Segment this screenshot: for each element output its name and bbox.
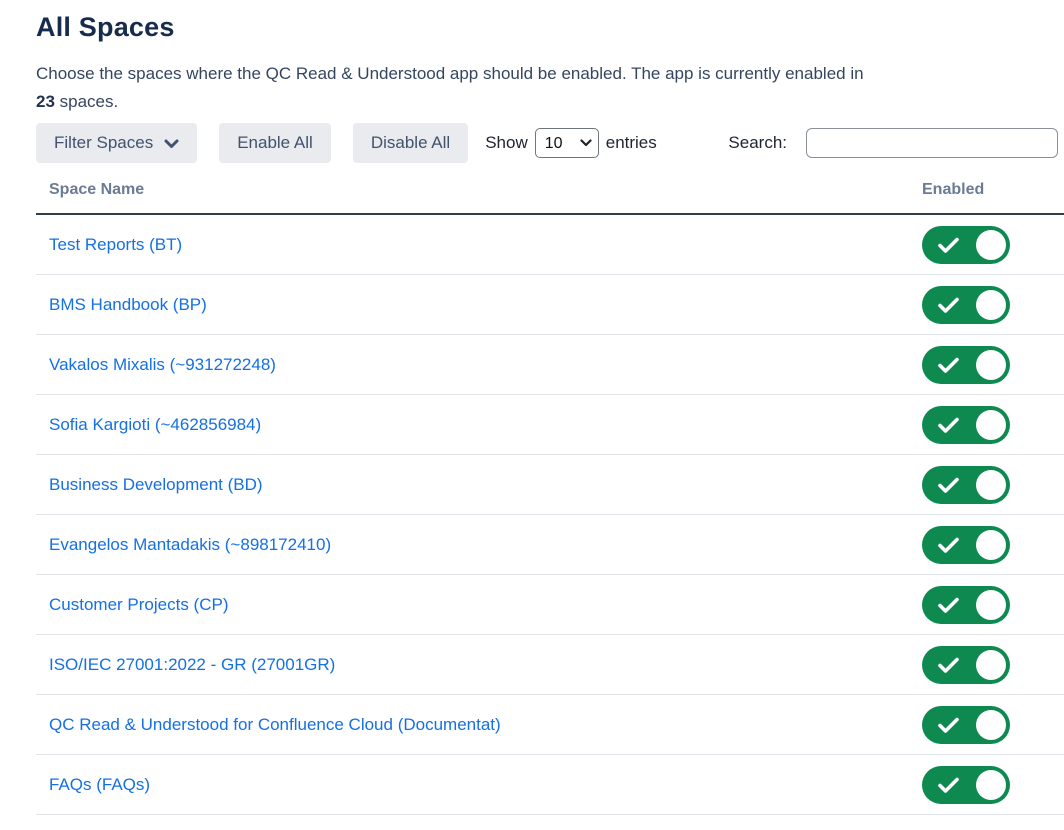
enabled-toggle[interactable]	[922, 286, 1010, 324]
description-text: Choose the spaces where the QC Read & Un…	[36, 64, 864, 83]
enabled-toggle[interactable]	[922, 766, 1010, 804]
space-link[interactable]: QC Read & Understood for Confluence Clou…	[49, 715, 501, 734]
entries-select-wrap: 10	[535, 128, 599, 158]
toggle-knob	[976, 590, 1006, 620]
space-name-cell: QC Read & Understood for Confluence Clou…	[49, 715, 922, 735]
check-icon	[937, 416, 960, 433]
show-label: Show	[485, 133, 528, 153]
space-link[interactable]: Business Development (BD)	[49, 475, 263, 494]
enabled-cell	[922, 466, 1064, 504]
filter-spaces-button[interactable]: Filter Spaces	[36, 123, 197, 163]
toolbar: Filter Spaces Enable All Disable All Sho…	[36, 123, 1064, 163]
space-link[interactable]: BMS Handbook (BP)	[49, 295, 207, 314]
search-label: Search:	[728, 133, 787, 153]
space-link[interactable]: FAQs (FAQs)	[49, 775, 150, 794]
table-header-row: Space Name Enabled	[36, 167, 1064, 215]
table-row: Evangelos Mantadakis (~898172410)	[36, 515, 1064, 575]
space-name-cell: Sofia Kargioti (~462856984)	[49, 415, 922, 435]
enabled-cell	[922, 346, 1064, 384]
space-name-cell: ISO/IEC 27001:2022 - GR (27001GR)	[49, 655, 922, 675]
disable-all-button[interactable]: Disable All	[353, 123, 468, 163]
toggle-knob	[976, 230, 1006, 260]
space-name-cell: BMS Handbook (BP)	[49, 295, 922, 315]
enabled-toggle[interactable]	[922, 646, 1010, 684]
space-link[interactable]: Sofia Kargioti (~462856984)	[49, 415, 261, 434]
space-link[interactable]: ISO/IEC 27001:2022 - GR (27001GR)	[49, 655, 335, 674]
space-link[interactable]: Customer Projects (CP)	[49, 595, 228, 614]
toggle-knob	[976, 650, 1006, 680]
page-length-control: Show 10 entries	[485, 128, 657, 158]
table-body: Test Reports (BT) BMS Handbook (BP) Vakalo…	[36, 215, 1064, 815]
toggle-knob	[976, 410, 1006, 440]
enabled-toggle[interactable]	[922, 526, 1010, 564]
space-link[interactable]: Test Reports (BT)	[49, 235, 182, 254]
check-icon	[937, 536, 960, 553]
column-header-space-name: Space Name	[49, 181, 922, 199]
space-name-cell: Evangelos Mantadakis (~898172410)	[49, 535, 922, 555]
space-name-cell: Vakalos Mixalis (~931272248)	[49, 355, 922, 375]
check-icon	[937, 596, 960, 613]
enabled-cell	[922, 706, 1064, 744]
enabled-cell	[922, 526, 1064, 564]
enabled-count: 23	[36, 92, 55, 111]
all-spaces-page: All Spaces Choose the spaces where the Q…	[0, 0, 1064, 815]
toggle-knob	[976, 770, 1006, 800]
space-link[interactable]: Vakalos Mixalis (~931272248)	[49, 355, 276, 374]
spaces-table: Space Name Enabled Test Reports (BT) BMS …	[36, 167, 1064, 815]
check-icon	[937, 656, 960, 673]
toggle-knob	[976, 470, 1006, 500]
enabled-cell	[922, 226, 1064, 264]
table-row: Business Development (BD)	[36, 455, 1064, 515]
check-icon	[937, 776, 960, 793]
enabled-toggle[interactable]	[922, 346, 1010, 384]
column-header-enabled: Enabled	[922, 181, 1064, 199]
enabled-cell	[922, 766, 1064, 804]
table-row: BMS Handbook (BP)	[36, 275, 1064, 335]
enabled-cell	[922, 406, 1064, 444]
enabled-cell	[922, 646, 1064, 684]
table-row: QC Read & Understood for Confluence Clou…	[36, 695, 1064, 755]
description-suffix: spaces.	[55, 92, 118, 111]
space-name-cell: FAQs (FAQs)	[49, 775, 922, 795]
enabled-toggle[interactable]	[922, 586, 1010, 624]
toggle-knob	[976, 710, 1006, 740]
space-name-cell: Customer Projects (CP)	[49, 595, 922, 615]
enabled-toggle[interactable]	[922, 406, 1010, 444]
search-control: Search:	[728, 128, 1058, 158]
toggle-knob	[976, 290, 1006, 320]
space-link[interactable]: Evangelos Mantadakis (~898172410)	[49, 535, 331, 554]
filter-spaces-label: Filter Spaces	[54, 133, 153, 153]
enable-all-button[interactable]: Enable All	[219, 123, 331, 163]
enabled-toggle[interactable]	[922, 706, 1010, 744]
enabled-cell	[922, 586, 1064, 624]
toggle-knob	[976, 350, 1006, 380]
enabled-cell	[922, 286, 1064, 324]
check-icon	[937, 716, 960, 733]
table-row: ISO/IEC 27001:2022 - GR (27001GR)	[36, 635, 1064, 695]
table-row: Customer Projects (CP)	[36, 575, 1064, 635]
check-icon	[937, 476, 960, 493]
space-name-cell: Business Development (BD)	[49, 475, 922, 495]
page-description: Choose the spaces where the QC Read & Un…	[36, 60, 1064, 116]
table-row: FAQs (FAQs)	[36, 755, 1064, 815]
table-row: Test Reports (BT)	[36, 215, 1064, 275]
check-icon	[937, 356, 960, 373]
check-icon	[937, 236, 960, 253]
entries-select[interactable]: 10	[535, 128, 599, 158]
table-row: Sofia Kargioti (~462856984)	[36, 395, 1064, 455]
table-row: Vakalos Mixalis (~931272248)	[36, 335, 1064, 395]
chevron-down-icon	[164, 139, 179, 149]
enabled-toggle[interactable]	[922, 466, 1010, 504]
page-title: All Spaces	[36, 12, 1064, 43]
entries-label: entries	[606, 133, 657, 153]
check-icon	[937, 296, 960, 313]
search-input[interactable]	[806, 128, 1058, 158]
toggle-knob	[976, 530, 1006, 560]
enabled-toggle[interactable]	[922, 226, 1010, 264]
space-name-cell: Test Reports (BT)	[49, 235, 922, 255]
